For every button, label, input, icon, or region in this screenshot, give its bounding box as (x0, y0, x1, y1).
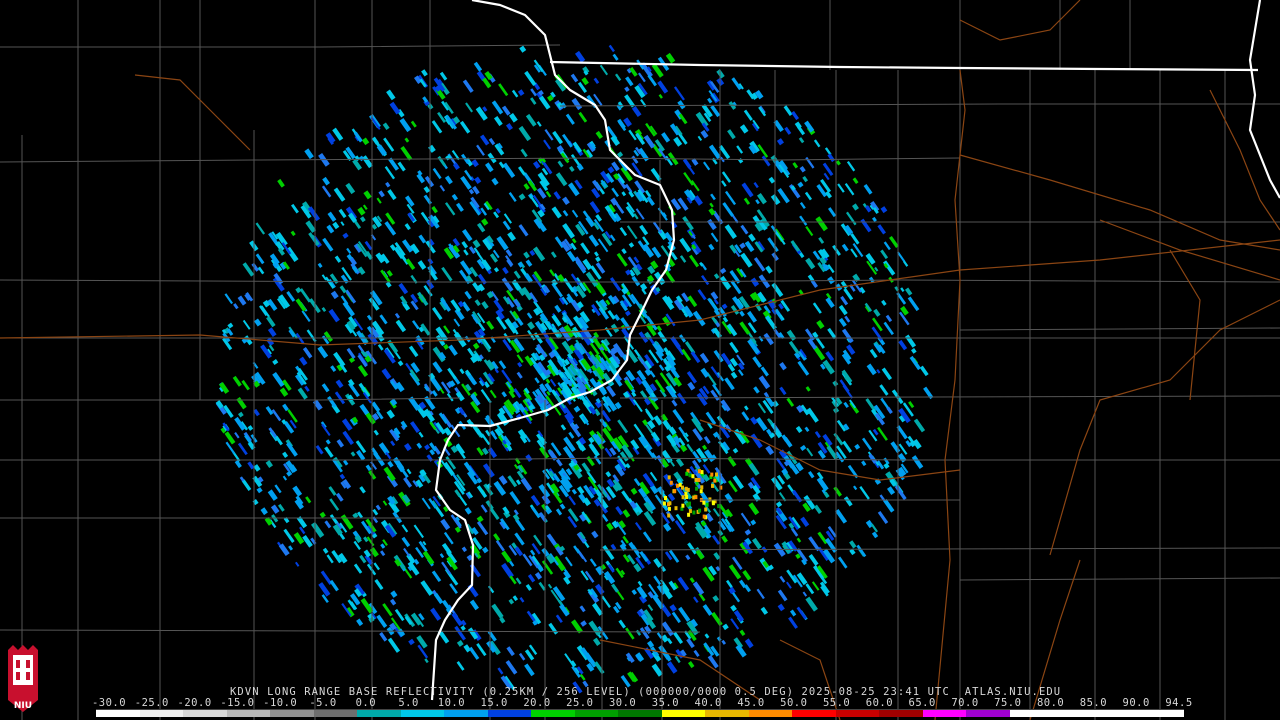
echo-cell-strong (678, 482, 682, 487)
colorbar-tick: 30.0 (608, 697, 637, 709)
echo-cell-strong (667, 513, 671, 518)
colorbar-tick: 65.0 (908, 697, 936, 709)
echo-cell-strong (698, 469, 701, 474)
colorbar-tick: -15.0 (220, 697, 255, 709)
colorbar-tick: 60.0 (865, 697, 894, 709)
colorbar-segment (574, 710, 619, 717)
colorbar-tick: 70.0 (951, 697, 979, 709)
colorbar-tick: 50.0 (780, 697, 808, 709)
colorbar-tick-labels: -30.0 -25.0 -20.0 -15.0 -10.0 -5.0 0.0 5.0 10.0 1… (91, 697, 1194, 709)
colorbar-segment (1140, 710, 1184, 717)
echo-cell-strong (695, 486, 699, 491)
echo-cell-strong (711, 483, 714, 488)
echo-cell-strong (662, 501, 666, 506)
colorbar-tick: 15.0 (480, 697, 508, 709)
echo-cell-strong (685, 471, 689, 476)
echo-cell-strong (674, 506, 678, 511)
echo-cell-strong (708, 497, 712, 502)
echo-cell-strong (669, 480, 673, 485)
colorbar-segment (357, 710, 401, 717)
colorbar-segment (1096, 710, 1141, 717)
colorbar-segment (270, 710, 314, 717)
colorbar-tick: -5.0 (309, 697, 337, 709)
colorbar-segment (444, 710, 488, 717)
niu-logo: NIU (8, 645, 38, 712)
colorbar-segment (792, 710, 836, 717)
echo-cell-strong (692, 510, 696, 515)
echo-cell-strong (694, 477, 698, 482)
echo-cell-strong (713, 478, 717, 483)
echo-cell-strong (681, 495, 685, 500)
colorbar-tick: 94.5 (1165, 697, 1193, 709)
colorbar-segment (183, 710, 227, 717)
echo-cell-strong (710, 472, 714, 477)
echo-cell-strong (667, 475, 671, 480)
colorbar-segment (835, 710, 880, 717)
echo-cell-strong (711, 501, 715, 506)
echo-cell-strong (667, 506, 671, 511)
colorbar-tick: 20.0 (523, 697, 551, 709)
colorbar-tick: -20.0 (177, 697, 212, 709)
colorbar-tick: 25.0 (566, 697, 594, 709)
colorbar-segment (400, 710, 445, 717)
echo-cell-strong (702, 514, 706, 519)
radar-map[interactable]: NIU (0, 0, 1280, 720)
colorbar-segment (1053, 710, 1097, 717)
reflectivity-colorbar (96, 709, 1184, 717)
echo-cell-strong (691, 474, 695, 479)
colorbar-segment (139, 710, 184, 717)
echo-cell-strong (715, 472, 718, 477)
niu-logo-text: NIU (14, 701, 32, 711)
echo-cell-strong (681, 503, 685, 508)
colorbar-segment (313, 710, 358, 717)
echo-cell-strong (697, 478, 701, 482)
colorbar-segment (1009, 710, 1054, 717)
colorbar-tick: -30.0 (91, 697, 127, 709)
colorbar-tick: 45.0 (737, 697, 765, 709)
colorbar-tick: 40.0 (694, 697, 722, 709)
echo-cell-strong (688, 509, 692, 514)
echo-cell-strong (668, 501, 672, 506)
echo-cell-strong (664, 496, 667, 500)
echo-cell-strong (694, 495, 698, 500)
colorbar-segment (966, 710, 1010, 717)
colorbar-segment (226, 710, 271, 717)
colorbar-tick: 90.0 (1122, 697, 1150, 709)
echo-cell-strong (685, 495, 689, 499)
colorbar-segment (922, 710, 967, 717)
colorbar-tick: 55.0 (822, 697, 851, 709)
colorbar-tick: 75.0 (994, 697, 1022, 709)
colorbar-tick: 80.0 (1036, 697, 1065, 709)
echo-cell-strong (700, 485, 704, 490)
echo-cell-strong (687, 512, 691, 517)
colorbar-tick: -25.0 (134, 697, 169, 709)
colorbar-tick: 35.0 (651, 697, 680, 709)
echo-cell-strong (699, 489, 703, 494)
colorbar-segment (96, 710, 140, 717)
colorbar-tick: 10.0 (437, 697, 466, 709)
echo-cell-strong (705, 502, 709, 507)
colorbar-tick: -10.0 (263, 697, 298, 709)
echo-cell-strong (698, 508, 702, 513)
echo-cell-strong (704, 507, 708, 512)
colorbar-segment (748, 710, 793, 717)
colorbar-segment (487, 710, 532, 717)
colorbar-segment (531, 710, 575, 717)
echo-cell-strong (702, 500, 706, 505)
colorbar-segment (705, 710, 749, 717)
colorbar-tick: 0.0 (355, 697, 377, 709)
colorbar-segment (661, 710, 706, 717)
echo-cell-strong (688, 501, 691, 506)
colorbar-segment (879, 710, 923, 717)
echo-cell-strong (684, 486, 688, 491)
colorbar-segment (618, 710, 662, 717)
echo-cell-strong (688, 473, 692, 478)
colorbar-tick: 5.0 (398, 697, 419, 709)
echo-cell-strong (673, 489, 677, 494)
echo-cell-strong (676, 483, 679, 488)
colorbar-tick: 85.0 (1079, 697, 1108, 709)
